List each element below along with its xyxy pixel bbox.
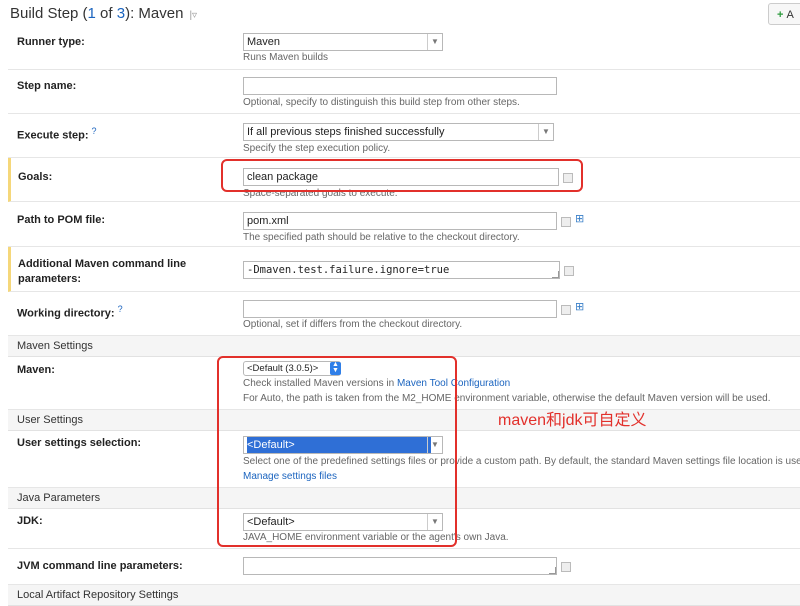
add-build-step-button[interactable]: + A (768, 3, 800, 25)
jvm-params-input[interactable] (243, 557, 557, 575)
resize-handle-icon[interactable] (552, 271, 559, 278)
runner-type-label: Runner type: (17, 36, 85, 48)
runner-type-select[interactable]: Maven ▼ (243, 33, 443, 51)
row-step-name: Step name: Optional, specify to distingu… (8, 70, 800, 114)
row-additional-params: Additional Maven command line parameters:… (8, 247, 800, 292)
pom-input[interactable]: pom.xml (243, 212, 557, 230)
row-execute-step: Execute step:? If all previous steps fin… (8, 114, 800, 158)
annotation-box-goals (221, 159, 583, 192)
row-runner-type: Runner type: Maven ▼ Runs Maven builds (8, 27, 800, 70)
execute-step-note: Specify the step execution policy. (243, 143, 391, 154)
execute-step-select[interactable]: If all previous steps finished successfu… (243, 123, 554, 141)
text-editor-icon[interactable] (561, 305, 571, 315)
step-name-input[interactable] (243, 77, 557, 95)
working-dir-label: Working directory:? (17, 304, 123, 320)
maven-label: Maven: (17, 364, 55, 376)
tree-browse-icon[interactable]: ⊞ (575, 300, 584, 313)
annotation-text: maven和jdk可自定义 (498, 412, 647, 429)
help-icon[interactable]: ? (118, 304, 123, 314)
step-total-link[interactable]: 3 (117, 5, 125, 22)
working-dir-note: Optional, set if differs from the checko… (243, 319, 463, 330)
pom-note: The specified path should be relative to… (243, 232, 520, 243)
jdk-label: JDK: (17, 515, 43, 527)
annotation-box-maven-jdk (217, 356, 457, 547)
title-dropdown-icon[interactable]: |▿ (189, 10, 197, 21)
resize-handle-icon[interactable] (549, 567, 556, 574)
text-editor-icon[interactable] (564, 266, 574, 276)
section-local-artifact-repo: Local Artifact Repository Settings (8, 585, 800, 606)
step-current-link[interactable]: 1 (88, 5, 96, 22)
text-editor-icon[interactable] (561, 217, 571, 227)
help-icon[interactable]: ? (92, 126, 97, 136)
goals-label: Goals: (18, 171, 53, 183)
additional-params-input[interactable]: -Dmaven.test.failure.ignore=true (243, 261, 560, 279)
working-dir-input[interactable] (243, 300, 557, 318)
step-name-label: Step name: (17, 80, 77, 92)
row-pom: Path to POM file: pom.xml ⊞ The specifie… (8, 202, 800, 247)
row-jvm: JVM command line parameters: (8, 549, 800, 585)
user-settings-label: User settings selection: (17, 437, 142, 449)
pom-label: Path to POM file: (17, 214, 105, 226)
text-editor-icon[interactable] (561, 562, 571, 572)
jvm-label: JVM command line parameters: (17, 560, 183, 572)
runner-type-note: Runs Maven builds (243, 52, 329, 63)
additional-params-label: Additional Maven command line parameters: (18, 258, 187, 285)
execute-step-label: Execute step:? (17, 126, 97, 142)
chevron-down-icon: ▼ (538, 124, 553, 140)
tree-browse-icon[interactable]: ⊞ (575, 212, 584, 225)
chevron-down-icon: ▼ (427, 34, 442, 50)
row-working-dir: Working directory:? ⊞ Optional, set if d… (8, 292, 800, 336)
section-maven-settings: Maven Settings (8, 336, 800, 357)
plus-icon: + (777, 9, 784, 21)
step-name-note: Optional, specify to distinguish this bu… (243, 97, 520, 108)
page-title: Build Step (1 of 3): Maven |▿ (10, 5, 198, 22)
